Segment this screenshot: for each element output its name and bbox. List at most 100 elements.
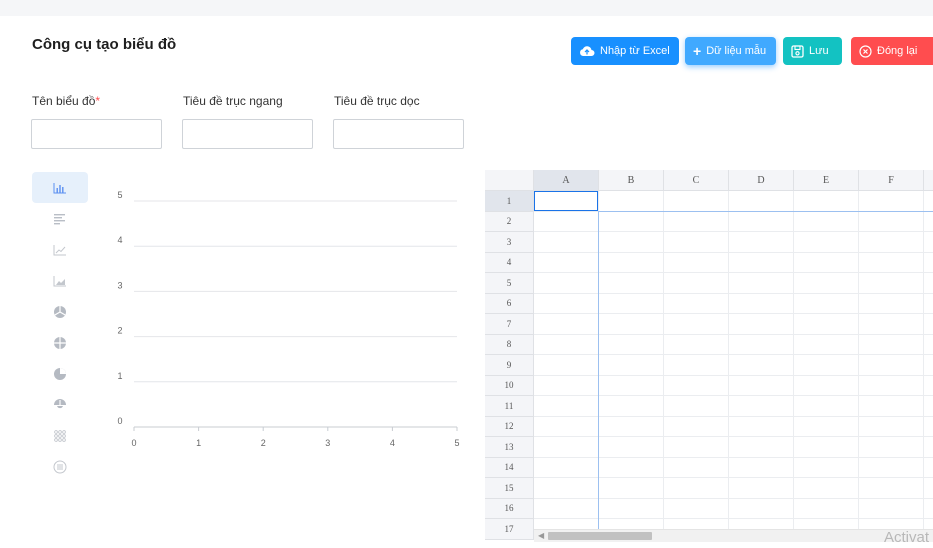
sheet-cell[interactable] [599,314,664,335]
sheet-cell[interactable] [794,355,859,376]
sheet-cell[interactable] [729,375,794,396]
column-header[interactable]: F [859,170,924,191]
sheet-cell[interactable] [794,478,859,499]
sheet-cell[interactable] [664,211,729,232]
sheet-cell[interactable] [599,355,664,376]
spreadsheet[interactable]: ABCDEFG 1234567891011121314151617 ◀ [485,170,933,544]
sheet-cell[interactable] [534,437,599,458]
row-header[interactable]: 13 [485,437,534,458]
sheet-cell[interactable] [794,375,859,396]
sheet-cell[interactable] [794,252,859,273]
chart-type-donut[interactable] [32,327,88,358]
sheet-cell[interactable] [599,191,664,212]
sheet-cell[interactable] [794,314,859,335]
sheet-cell[interactable] [729,457,794,478]
row-header[interactable]: 14 [485,457,534,478]
sheet-cell[interactable] [599,293,664,314]
sheet-cell[interactable] [924,294,933,314]
sheet-cell[interactable] [534,273,599,294]
sheet-cell[interactable] [859,416,924,437]
sheet-cell[interactable] [664,457,729,478]
sheet-cell[interactable] [794,293,859,314]
sheet-cell[interactable] [924,417,933,437]
chart-type-grid[interactable] [32,420,88,451]
sheet-cell[interactable] [664,416,729,437]
sheet-cell[interactable] [794,416,859,437]
sheet-cell[interactable] [599,252,664,273]
sheet-cell[interactable] [599,437,664,458]
sheet-cell[interactable] [664,355,729,376]
sheet-cell[interactable] [664,437,729,458]
row-header[interactable]: 8 [485,334,534,355]
sheet-cell[interactable] [859,211,924,232]
sheet-cell[interactable] [664,252,729,273]
chart-type-line[interactable] [32,234,88,265]
row-header[interactable]: 11 [485,396,534,417]
sheet-corner[interactable] [485,170,534,191]
sheet-cell[interactable] [924,355,933,376]
sheet-cell[interactable] [859,314,924,335]
row-header[interactable]: 15 [485,478,534,499]
sheet-cell[interactable] [729,396,794,417]
sheet-cell[interactable] [534,355,599,376]
sheet-cell[interactable] [664,396,729,417]
sample-data-button[interactable]: + Dữ liệu mẫu [685,37,776,65]
sheet-cell[interactable] [599,273,664,294]
save-button[interactable]: Lưu [783,37,842,65]
chart-type-horizontal-bar[interactable] [32,203,88,234]
sheet-cell[interactable] [859,478,924,499]
sheet-cell[interactable] [859,232,924,253]
sheet-cell[interactable] [729,355,794,376]
sheet-cell[interactable] [729,314,794,335]
sheet-cell[interactable] [859,273,924,294]
sheet-cell[interactable] [664,314,729,335]
sheet-cell[interactable] [859,498,924,519]
sheet-cell[interactable] [794,334,859,355]
row-header[interactable]: 9 [485,355,534,376]
sheet-cell[interactable] [599,211,664,232]
sheet-cell[interactable] [534,416,599,437]
row-header[interactable]: 2 [485,211,534,232]
row-header[interactable]: 3 [485,232,534,253]
sheet-cell[interactable] [664,273,729,294]
row-header[interactable]: 12 [485,416,534,437]
sheet-cell[interactable] [794,232,859,253]
sheet-cell[interactable] [664,191,729,212]
sheet-cell[interactable] [859,437,924,458]
row-header[interactable]: 17 [485,519,534,540]
close-button[interactable]: Đóng lại [851,37,933,65]
sheet-cell[interactable] [924,212,933,232]
sheet-cell[interactable] [534,498,599,519]
sheet-cell[interactable] [794,498,859,519]
sheet-cell[interactable] [924,253,933,273]
chart-type-area[interactable] [32,265,88,296]
sheet-cell[interactable] [534,375,599,396]
column-header[interactable]: D [729,170,794,191]
sheet-cell[interactable] [729,334,794,355]
sheet-cell[interactable] [534,396,599,417]
sheet-cell[interactable] [599,457,664,478]
sheet-cell[interactable] [599,478,664,499]
sheet-cell[interactable] [664,375,729,396]
sheet-cell[interactable] [924,396,933,417]
sheet-cell[interactable] [599,375,664,396]
sheet-cell[interactable] [664,293,729,314]
x-axis-title-input[interactable] [182,119,313,149]
sheet-cell[interactable] [924,314,933,335]
chart-type-polar[interactable] [32,389,88,420]
chart-type-pie-slice[interactable] [32,358,88,389]
row-header[interactable]: 6 [485,293,534,314]
sheet-cell[interactable] [729,232,794,253]
horizontal-scrollbar[interactable]: ◀ [534,529,933,542]
sheet-cell[interactable] [924,437,933,458]
sheet-cell[interactable] [729,416,794,437]
y-axis-title-input[interactable] [333,119,464,149]
sheet-cell[interactable] [534,252,599,273]
sheet-cell[interactable] [664,498,729,519]
sheet-cell[interactable] [859,252,924,273]
sheet-cell[interactable] [729,293,794,314]
sheet-cell[interactable] [924,376,933,396]
sheet-cell[interactable] [534,211,599,232]
sheet-cell[interactable] [599,498,664,519]
sheet-cell[interactable] [794,396,859,417]
